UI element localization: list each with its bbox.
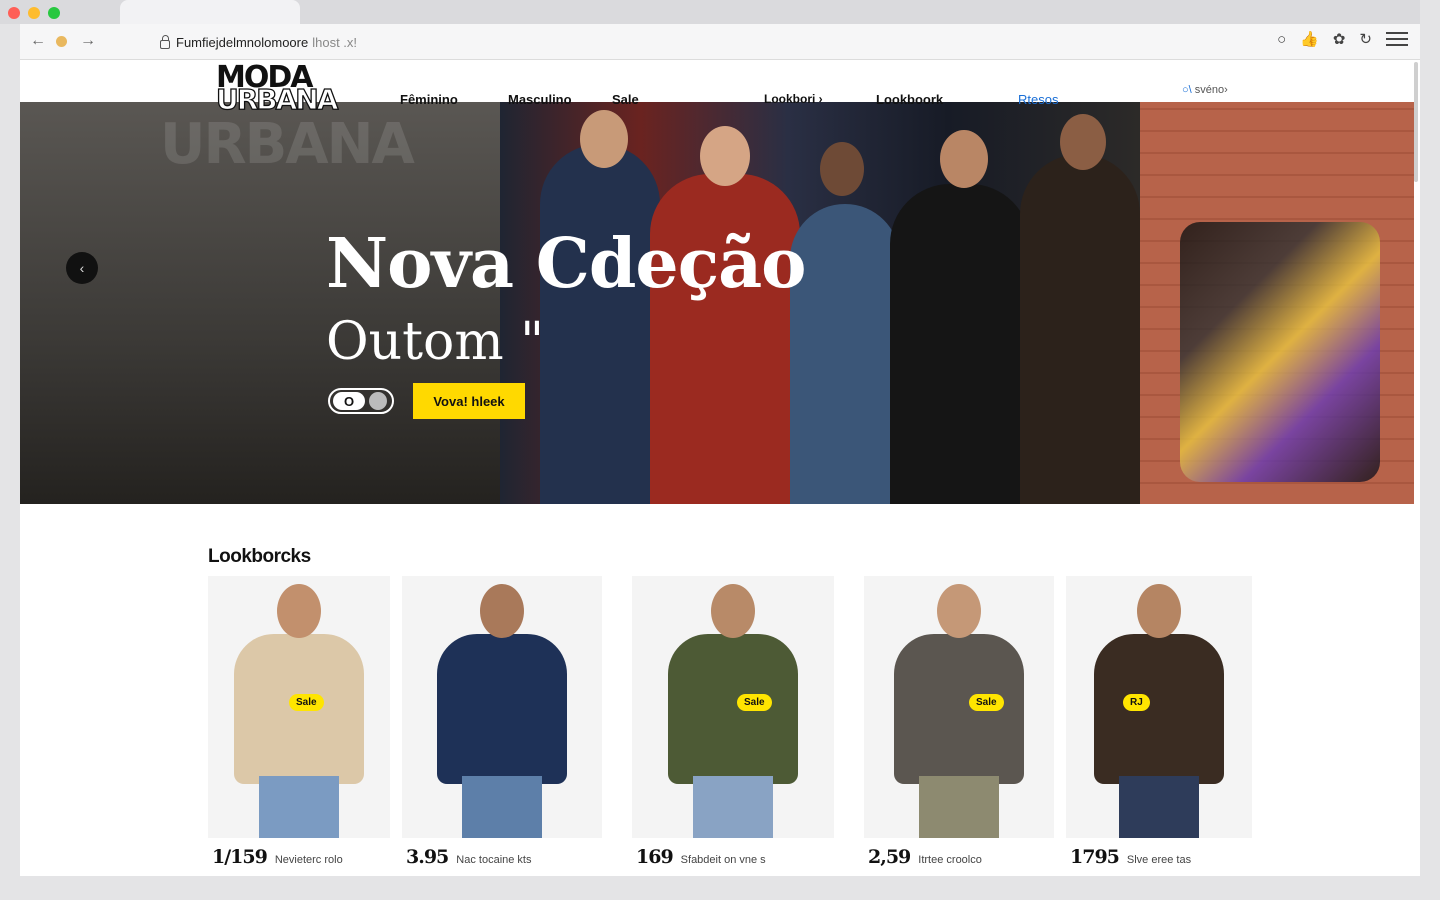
hero-title: Nova Cdeção xyxy=(326,224,807,304)
minimize-window-icon[interactable] xyxy=(28,7,40,19)
reload-dot-icon[interactable] xyxy=(56,36,67,47)
product-description: Itrtee croolco xyxy=(918,854,982,866)
hero-banner: URBANA ‹ Nova Cdeção Outom " O Vova! hle… xyxy=(20,102,1414,504)
product-grid: Sale 1/159 Nevieterc rolo 3.95 Nac tocai… xyxy=(208,576,1268,876)
product-description: Slve eree tas xyxy=(1126,854,1192,866)
model-head xyxy=(937,584,981,638)
browser-toolbar: ← → Fumfiejdelmnolomoore lhost .x! ○ 👍 ✿… xyxy=(20,24,1420,60)
person-figure xyxy=(1020,154,1140,504)
price-row: 2,59 Itrtee croolco xyxy=(868,846,982,868)
hero-subtitle: Outom " xyxy=(326,312,545,372)
jacket-shape xyxy=(437,634,567,784)
price-badge: RJ xyxy=(1123,694,1150,711)
url-text: Fumfiejdelmnolomoore xyxy=(176,34,309,50)
person-figure xyxy=(790,204,900,504)
product-image[interactable] xyxy=(402,576,602,838)
hero-wall-lettering: URBANA xyxy=(160,112,415,177)
extension-circle-icon[interactable]: ○ xyxy=(1277,31,1286,48)
nav-active-link[interactable]: Rtesos xyxy=(1018,92,1058,107)
jeans-shape xyxy=(693,776,773,838)
product-card[interactable]: Sale 2,59 Itrtee croolco xyxy=(864,576,1054,876)
product-price: 1/159 xyxy=(212,846,268,868)
product-image[interactable]: Sale xyxy=(864,576,1054,838)
model-head xyxy=(277,584,321,638)
model-head xyxy=(1137,584,1181,638)
page-viewport: URBANA ‹ Nova Cdeção Outom " O Vova! hle… xyxy=(20,60,1420,876)
product-description: Sfabdeit on vne s xyxy=(680,854,766,866)
product-image[interactable]: Sale xyxy=(632,576,834,838)
toggle-dot xyxy=(369,392,387,410)
lookbook-title: Lookborcks xyxy=(208,546,311,567)
pants-shape xyxy=(919,776,999,838)
price-row: 3.95 Nac tocaine kts xyxy=(406,846,531,868)
logo-line-2: URBANA xyxy=(215,83,339,117)
product-card[interactable]: Sale 1/159 Nevieterc rolo xyxy=(208,576,390,876)
forward-arrow-icon[interactable]: → xyxy=(80,32,96,50)
product-price: 1795 xyxy=(1070,846,1120,868)
jacket-shape xyxy=(1094,634,1224,784)
person-head xyxy=(820,142,864,196)
slide-toggle[interactable]: O xyxy=(328,388,394,414)
nav-lookbook[interactable]: Lookboork xyxy=(876,92,943,107)
refresh-icon[interactable]: ↻ xyxy=(1359,30,1372,48)
browser-tab-strip xyxy=(0,0,1420,24)
nav-lookbook-dropdown[interactable]: Lookbori › xyxy=(764,92,823,106)
person-head xyxy=(940,130,988,188)
product-card[interactable]: RJ 1795 Slve eree tas xyxy=(1066,576,1252,876)
menu-icon[interactable] xyxy=(1386,32,1408,46)
jeans-shape xyxy=(1119,776,1199,838)
model-head xyxy=(480,584,524,638)
product-card[interactable]: Sale 169 Sfabdeit on vne s xyxy=(632,576,834,876)
person-head xyxy=(1060,114,1106,170)
back-arrow-icon[interactable]: ← xyxy=(30,32,46,50)
jacket-shape xyxy=(668,634,798,784)
graffiti-art xyxy=(1180,222,1380,482)
price-row: 1/159 Nevieterc rolo xyxy=(212,846,343,868)
person-head xyxy=(700,126,750,186)
product-description: Nevieterc rolo xyxy=(274,854,343,866)
sale-badge: Sale xyxy=(969,694,1004,711)
toolbar-icons: ○ 👍 ✿ ↻ xyxy=(1277,30,1408,48)
person-figure xyxy=(890,184,1030,504)
url-suffix-text: lhost .x! xyxy=(312,34,358,50)
site-header: MODA URBANA Fêminino Masculino Sale Look… xyxy=(20,60,1414,114)
product-image[interactable]: Sale xyxy=(208,576,390,838)
maximize-window-icon[interactable] xyxy=(48,7,60,19)
site-logo[interactable]: MODA URBANA xyxy=(215,62,339,117)
nav-feminino[interactable]: Fêminino xyxy=(400,92,458,107)
account-icon: ○\ xyxy=(1182,84,1192,96)
account-link[interactable]: ○\ svéno› xyxy=(1182,84,1228,96)
sale-badge: Sale xyxy=(737,694,772,711)
extension-puzzle-icon[interactable]: ✿ xyxy=(1333,30,1346,48)
product-description: Nac tocaine kts xyxy=(456,854,532,866)
close-window-icon[interactable] xyxy=(8,7,20,19)
jeans-shape xyxy=(462,776,542,838)
sale-badge: Sale xyxy=(289,694,324,711)
nav-masculino[interactable]: Masculino xyxy=(508,92,572,107)
carousel-prev-button[interactable]: ‹ xyxy=(66,252,98,284)
thumbs-up-icon[interactable]: 👍 xyxy=(1300,30,1319,48)
account-label: svéno› xyxy=(1194,84,1228,96)
person-figure xyxy=(540,144,660,504)
lock-icon xyxy=(160,34,170,49)
person-head xyxy=(580,110,628,168)
price-row: 169 Sfabdeit on vne s xyxy=(636,846,766,868)
product-price: 169 xyxy=(636,846,674,868)
vest-shape xyxy=(894,634,1024,784)
toggle-knob: O xyxy=(333,392,365,410)
nav-sale[interactable]: Sale xyxy=(612,92,639,107)
page-scrollbar[interactable] xyxy=(1414,62,1418,182)
hero-cta-button[interactable]: Vova! hleek xyxy=(413,383,525,419)
product-price: 2,59 xyxy=(868,846,911,868)
jeans-shape xyxy=(259,776,339,838)
product-card[interactable]: 3.95 Nac tocaine kts xyxy=(402,576,602,876)
model-head xyxy=(711,584,755,638)
price-row: 1795 Slve eree tas xyxy=(1070,846,1191,868)
address-bar[interactable]: Fumfiejdelmnolomoore lhost .x! xyxy=(150,29,1150,55)
product-price: 3.95 xyxy=(406,846,449,868)
product-image[interactable]: RJ xyxy=(1066,576,1252,838)
browser-tab[interactable] xyxy=(120,0,300,24)
